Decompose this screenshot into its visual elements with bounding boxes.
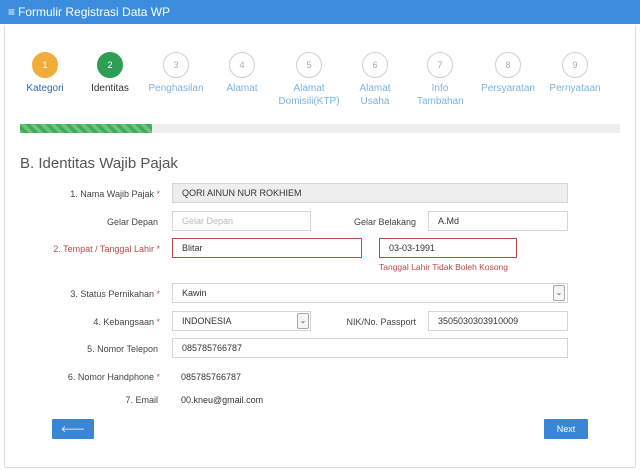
step-label: Pernyataan xyxy=(549,83,601,94)
step-number: 1 xyxy=(32,52,58,78)
nik-field[interactable]: 3505030303910009 xyxy=(428,311,568,331)
menu-icon[interactable]: ≡ xyxy=(8,0,15,24)
gelar-depan-label: Gelar Depan xyxy=(106,217,158,227)
nik-label: NIK/No. Passport xyxy=(346,317,416,327)
gelar-belakang-label: Gelar Belakang xyxy=(353,217,416,227)
next-button[interactable]: Next 🡒 xyxy=(544,419,588,454)
tanggal-lahir-field[interactable]: 03-03-1991 xyxy=(379,238,517,258)
next-label: Next xyxy=(556,424,576,434)
prev-button[interactable]: 🡐 Prev xyxy=(52,419,94,454)
prev-label: Prev xyxy=(63,444,83,454)
step-number: 2 xyxy=(97,52,123,78)
chevron-down-icon[interactable]: ⌄ xyxy=(553,285,565,301)
arrow-left-icon: 🡐 xyxy=(60,424,86,434)
step-9[interactable]: 9 Pernyataan xyxy=(530,52,620,95)
step-number: 7 xyxy=(427,52,453,78)
chevron-down-icon[interactable]: ⌄ xyxy=(297,313,309,329)
gelar-depan-field[interactable]: Gelar Depan xyxy=(172,211,311,231)
step-number: 8 xyxy=(495,52,521,78)
telepon-label: 5. Nomor Telepon xyxy=(87,344,158,354)
step-number: 5 xyxy=(296,52,322,78)
progress-fill xyxy=(20,124,152,133)
nama-field[interactable]: QORI AINUN NUR ROKHIEM xyxy=(172,183,568,203)
status-select[interactable]: Kawin xyxy=(172,283,568,303)
kebangsaan-label: 4. Kebangsaan * xyxy=(93,317,160,327)
window-title: Formulir Registrasi Data WP xyxy=(18,5,171,19)
kebangsaan-select[interactable]: INDONESIA xyxy=(172,311,311,331)
arrow-right-icon: 🡒 xyxy=(553,444,579,454)
ttl-label: 2. Tempat / Tanggal Lahir * xyxy=(53,244,160,254)
status-label: 3. Status Pernikahan * xyxy=(70,289,160,299)
section-title: B. Identitas Wajib Pajak xyxy=(20,155,178,172)
step-number: 9 xyxy=(562,52,588,78)
step-number: 6 xyxy=(362,52,388,78)
nama-label: 1. Nama Wajib Pajak * xyxy=(70,189,160,199)
kebangsaan-value: INDONESIA xyxy=(182,316,232,326)
wizard-steps: 1 Kategori 2 Identitas 3 Penghasilan 4 Alamat 5 A… xyxy=(0,52,640,112)
status-value: Kawin xyxy=(182,288,207,298)
step-number: 4 xyxy=(229,52,255,78)
gelar-belakang-field[interactable]: A.Md xyxy=(428,211,568,231)
telepon-field[interactable]: 085785766787 xyxy=(172,338,568,358)
email-value: 00.kneu@gmail.com xyxy=(181,395,264,405)
handphone-value: 085785766787 xyxy=(181,372,242,382)
window-titlebar: ≡ Formulir Registrasi Data WP xyxy=(0,0,640,24)
email-label: 7. Email xyxy=(125,395,158,405)
tempat-lahir-field[interactable]: Blitar xyxy=(172,238,362,258)
progress-bar xyxy=(20,124,620,133)
tanggal-lahir-error: Tanggal Lahir Tidak Boleh Kosong xyxy=(379,262,509,272)
handphone-label: 6. Nomor Handphone * xyxy=(67,372,160,382)
step-number: 3 xyxy=(163,52,189,78)
